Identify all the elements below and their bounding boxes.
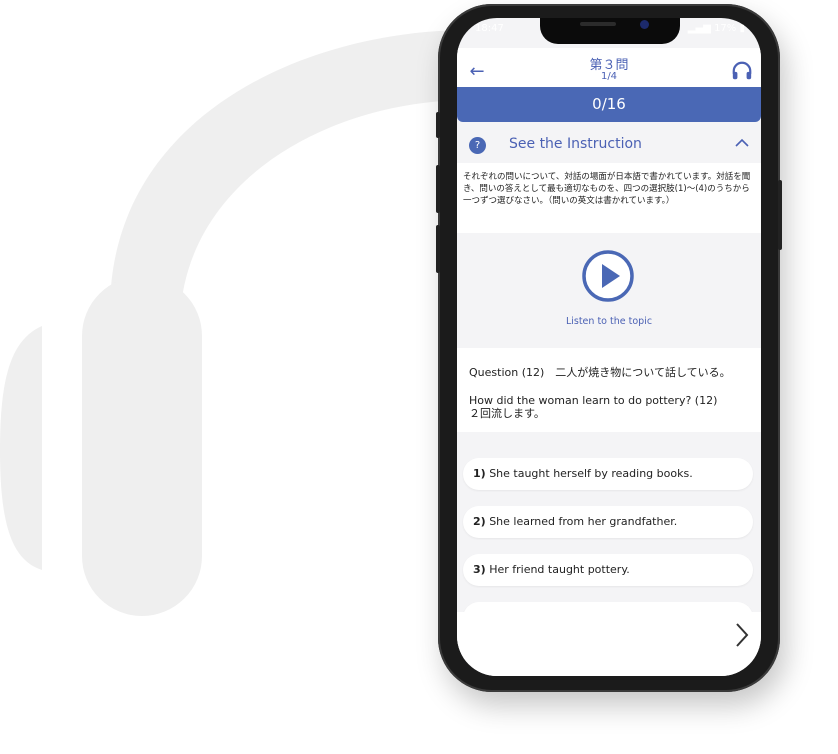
play-label: Listen to the topic	[565, 316, 653, 327]
answer-text: Her friend taught pottery.	[489, 563, 630, 576]
answer-list: 1) She taught herself by reading books. …	[457, 432, 761, 612]
answer-text: She learned from her grandfather.	[489, 515, 678, 528]
answer-number: 1)	[473, 467, 486, 480]
footer-bar	[457, 612, 761, 676]
answer-number: 2)	[473, 515, 486, 528]
phone-power-button	[778, 180, 782, 250]
chevron-up-icon	[735, 138, 749, 147]
chevron-right-icon[interactable]	[733, 620, 751, 650]
phone-notch	[540, 18, 680, 44]
headphones-icon[interactable]	[731, 60, 753, 82]
battery-icon: ▮	[739, 23, 745, 34]
question-icon: ?	[469, 137, 486, 154]
phone-volume-up	[436, 165, 440, 213]
phone-volume-down	[436, 225, 440, 273]
answer-option-3[interactable]: 3) Her friend taught pottery.	[463, 554, 753, 586]
question-panel: Question (12) 二人が焼き物について話している。 How did t…	[457, 348, 761, 432]
instruction-label: See the Instruction	[509, 136, 642, 152]
answer-option-1[interactable]: 1) She taught herself by reading books.	[463, 458, 753, 490]
answer-option-2[interactable]: 2) She learned from her grandfather.	[463, 506, 753, 538]
answer-option-4[interactable]	[463, 602, 753, 612]
phone-camera	[640, 20, 649, 29]
score-bar: 0/16	[457, 87, 761, 122]
phone-screen: 18:47 ▂▄▆ 17% ▮ ← 第３問 1/4 0/16 ? See the…	[457, 18, 761, 676]
instruction-toggle[interactable]: ? See the Instruction	[457, 128, 761, 162]
instruction-text: それぞれの問いについて、対話の場面が日本語で書かれています。対話を聞き、問いの答…	[457, 163, 761, 233]
signal-icon: ▂▄▆	[687, 23, 711, 34]
question-note: ２回流します。	[469, 407, 545, 420]
phone-speaker	[580, 22, 616, 26]
page-progress: 1/4	[600, 71, 618, 82]
status-time: 18:47	[475, 23, 504, 34]
battery-level: 17%	[714, 23, 737, 34]
play-icon[interactable]	[581, 249, 635, 303]
audio-player: Listen to the topic	[457, 233, 761, 348]
question-prompt: How did the woman learn to do pottery? (…	[469, 394, 718, 407]
answer-text: She taught herself by reading books.	[489, 467, 693, 480]
status-battery: ▂▄▆ 17% ▮	[688, 23, 745, 34]
question-context: Question (12) 二人が焼き物について話している。	[469, 366, 731, 379]
answer-number: 3)	[473, 563, 486, 576]
phone-side-button	[436, 112, 440, 138]
